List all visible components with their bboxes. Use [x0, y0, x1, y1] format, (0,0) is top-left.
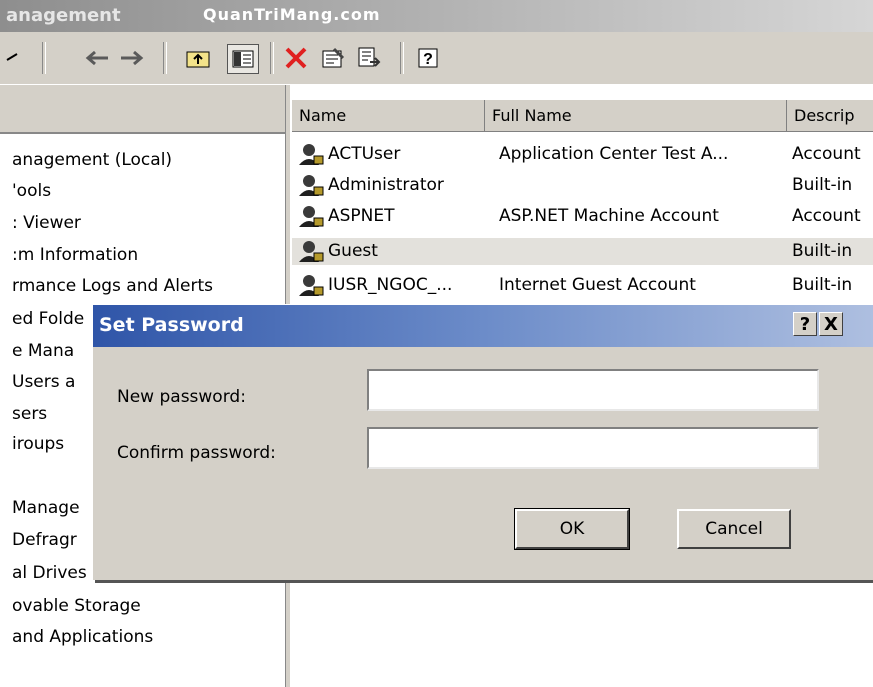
list-item[interactable]: IUSR_NGOC_... Internet Guest Account Bui… — [292, 272, 873, 299]
user-description: Account — [792, 144, 861, 164]
tree-item[interactable]: Users a — [12, 372, 75, 392]
user-description: Built-in — [792, 241, 853, 261]
user-icon — [299, 206, 324, 227]
user-name: IUSR_NGOC_... — [328, 275, 453, 295]
user-name: Guest — [328, 241, 378, 261]
tree-item-users[interactable]: sers — [12, 404, 47, 424]
tree-item[interactable]: Defragr — [12, 530, 77, 550]
help-button[interactable]: ? — [793, 312, 817, 336]
show-tree-icon[interactable] — [227, 44, 259, 74]
user-full-name: Internet Guest Account — [499, 275, 696, 295]
tree-item[interactable]: al Drives — [12, 563, 87, 583]
user-name: ASPNET — [328, 206, 395, 226]
list-item[interactable]: Administrator Built-in — [292, 172, 873, 199]
help-icon[interactable]: ? — [414, 44, 444, 72]
close-icon: X — [824, 313, 838, 335]
list-item[interactable]: ASPNET ASP.NET Machine Account Account — [292, 203, 873, 230]
list-item-selected[interactable]: Guest Built-in — [292, 238, 873, 265]
cancel-button[interactable]: Cancel — [677, 509, 791, 549]
tree-item[interactable]: 'ools — [12, 181, 51, 201]
tree-item[interactable]: e Mana — [12, 341, 74, 361]
toolbar-separator — [42, 42, 46, 74]
user-description: Built-in — [792, 275, 853, 295]
confirm-password-label: Confirm password: — [117, 443, 276, 463]
close-button[interactable]: X — [819, 312, 843, 336]
dialog-title-bar: Set Password ? X — [93, 305, 873, 347]
tree-item[interactable]: rmance Logs and Alerts — [12, 276, 213, 296]
set-password-dialog: Set Password ? X New password: Confirm p… — [92, 304, 873, 580]
user-icon — [299, 275, 324, 296]
export-list-icon[interactable] — [354, 44, 384, 72]
back-arrow-icon[interactable] — [82, 44, 112, 72]
tree-item[interactable]: Manage — [12, 498, 80, 518]
user-name: Administrator — [328, 175, 444, 195]
dropdown-arrow-icon[interactable] — [0, 44, 24, 72]
tree-pane-header — [0, 85, 285, 134]
tree-item[interactable]: : Viewer — [12, 213, 81, 233]
window-title: anagement — [6, 5, 121, 26]
watermark-title: QuanTriMang.com — [203, 5, 381, 24]
user-full-name: Application Center Test A... — [499, 144, 729, 164]
user-name: ACTUser — [328, 144, 401, 164]
new-password-label: New password: — [117, 387, 246, 407]
toolbar: ? — [0, 32, 873, 85]
new-password-field[interactable] — [367, 369, 819, 411]
ok-button[interactable]: OK — [514, 508, 630, 550]
user-icon — [299, 175, 324, 196]
tree-item[interactable]: and Applications — [12, 627, 153, 647]
tree-item[interactable]: anagement (Local) — [12, 150, 172, 170]
svg-text:?: ? — [423, 51, 433, 68]
toolbar-separator — [163, 42, 167, 74]
properties-icon[interactable] — [318, 44, 348, 72]
tree-item[interactable]: ed Folde — [12, 309, 84, 329]
user-icon — [299, 144, 324, 165]
user-icon — [299, 241, 324, 262]
user-description: Account — [792, 206, 861, 226]
toolbar-separator — [400, 42, 404, 74]
up-folder-icon[interactable] — [183, 44, 213, 72]
tree-item-groups[interactable]: iroups — [12, 434, 64, 454]
tree-item[interactable]: ovable Storage — [12, 596, 141, 616]
column-header-name[interactable]: Name — [292, 100, 485, 132]
user-full-name: ASP.NET Machine Account — [499, 206, 719, 226]
tree-item[interactable]: :m Information — [12, 245, 138, 265]
column-header-full-name[interactable]: Full Name — [485, 100, 787, 132]
forward-arrow-icon[interactable] — [117, 44, 147, 72]
confirm-password-field[interactable] — [367, 427, 819, 469]
column-header-description[interactable]: Descrip — [787, 100, 873, 132]
help-icon: ? — [799, 313, 811, 335]
list-item[interactable]: ACTUser Application Center Test A... Acc… — [292, 141, 873, 168]
window-title-bar: anagement QuanTriMang.com — [0, 0, 873, 32]
toolbar-separator — [270, 42, 274, 74]
delete-icon[interactable] — [281, 44, 311, 72]
user-description: Built-in — [792, 175, 853, 195]
dialog-title: Set Password — [99, 314, 244, 336]
